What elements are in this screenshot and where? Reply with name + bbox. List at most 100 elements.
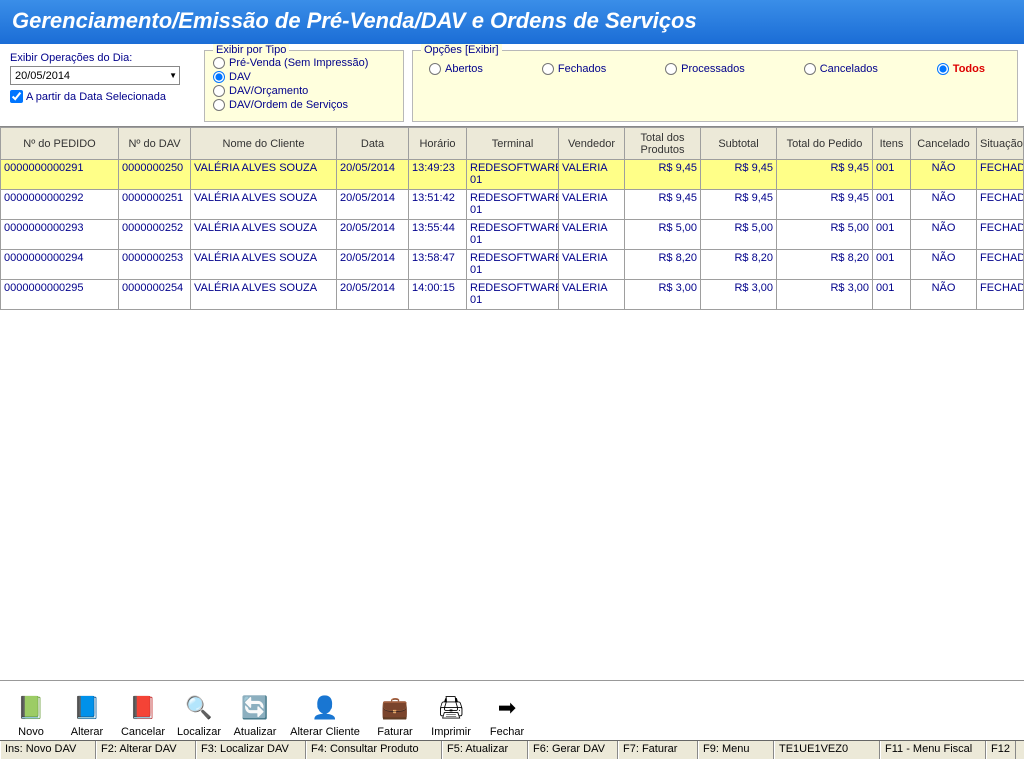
grid-empty-area	[0, 310, 1024, 680]
table-cell: NÃO	[911, 160, 977, 190]
fechar-button[interactable]: ➡Fechar	[482, 685, 532, 738]
column-header[interactable]: Subtotal	[701, 128, 777, 160]
tipo-option-label: Pré-Venda (Sem Impressão)	[229, 57, 368, 69]
column-header[interactable]: Cancelado	[911, 128, 977, 160]
radio-icon[interactable]	[804, 63, 816, 75]
button-label: Imprimir	[431, 726, 471, 738]
table-row[interactable]: 00000000002930000000252VALÉRIA ALVES SOU…	[1, 220, 1024, 250]
table-cell: 0000000250	[119, 160, 191, 190]
tipo-option[interactable]: DAV	[213, 71, 395, 83]
tipo-panel: Exibir por Tipo Pré-Venda (Sem Impressão…	[204, 50, 404, 122]
cancelar-button[interactable]: 📕Cancelar	[118, 685, 168, 738]
table-cell: VALERIA	[559, 220, 625, 250]
button-label: Cancelar	[121, 726, 165, 738]
status-cell: F3: Localizar DAV	[196, 741, 306, 759]
opcoes-option[interactable]: Processados	[665, 63, 745, 75]
button-label: Faturar	[377, 726, 412, 738]
dropdown-arrow-icon: ▼	[169, 71, 177, 80]
table-cell: R$ 8,20	[777, 250, 873, 280]
imprimir-button[interactable]: 🖨Imprimir	[426, 685, 476, 738]
column-header[interactable]: Horário	[409, 128, 467, 160]
opcoes-option-label: Abertos	[445, 63, 483, 75]
column-header[interactable]: Total dos Produtos	[625, 128, 701, 160]
button-label: Alterar Cliente	[290, 726, 360, 738]
radio-icon[interactable]	[213, 85, 225, 97]
tipo-option-label: DAV	[229, 71, 251, 83]
opcoes-option-label: Fechados	[558, 63, 606, 75]
table-row[interactable]: 00000000002920000000251VALÉRIA ALVES SOU…	[1, 190, 1024, 220]
table-cell: VALÉRIA ALVES SOUZA	[191, 220, 337, 250]
table-cell: NÃO	[911, 190, 977, 220]
alterar-cliente-icon: 👤	[308, 691, 342, 725]
opcoes-option[interactable]: Abertos	[429, 63, 483, 75]
opcoes-legend: Opções [Exibir]	[421, 44, 502, 56]
filters-area: Exibir Operações do Dia: 20/05/2014 ▼ A …	[0, 44, 1024, 126]
column-header[interactable]: Nº do PEDIDO	[1, 128, 119, 160]
table-row[interactable]: 00000000002910000000250VALÉRIA ALVES SOU…	[1, 160, 1024, 190]
localizar-icon: 🔍	[182, 691, 216, 725]
faturar-button[interactable]: 💼Faturar	[370, 685, 420, 738]
table-cell: NÃO	[911, 220, 977, 250]
alterar-cliente-button[interactable]: 👤Alterar Cliente	[286, 685, 364, 738]
column-header[interactable]: Nome do Cliente	[191, 128, 337, 160]
radio-icon[interactable]	[213, 57, 225, 69]
radio-icon[interactable]	[213, 99, 225, 111]
table-cell: 0000000253	[119, 250, 191, 280]
orders-table: Nº do PEDIDONº do DAVNome do ClienteData…	[0, 127, 1024, 310]
table-cell: REDESOFTWARE 01	[467, 250, 559, 280]
table-header-row: Nº do PEDIDONº do DAVNome do ClienteData…	[1, 128, 1024, 160]
date-input[interactable]: 20/05/2014 ▼	[10, 66, 180, 85]
date-label: Exibir Operações do Dia:	[10, 52, 192, 64]
table-cell: VALÉRIA ALVES SOUZA	[191, 250, 337, 280]
status-cell: F7: Faturar	[618, 741, 698, 759]
table-cell: 20/05/2014	[337, 250, 409, 280]
column-header[interactable]: Total do Pedido	[777, 128, 873, 160]
opcoes-option[interactable]: Fechados	[542, 63, 606, 75]
alterar-icon: 📘	[70, 691, 104, 725]
status-cell: TE1UE1VEZ0	[774, 741, 880, 759]
table-row[interactable]: 00000000002950000000254VALÉRIA ALVES SOU…	[1, 280, 1024, 310]
column-header[interactable]: Vendedor	[559, 128, 625, 160]
radio-icon[interactable]	[937, 63, 949, 75]
table-cell: REDESOFTWARE 01	[467, 220, 559, 250]
novo-button[interactable]: 📗Novo	[6, 685, 56, 738]
table-cell: 0000000000291	[1, 160, 119, 190]
tipo-option[interactable]: DAV/Ordem de Serviços	[213, 99, 395, 111]
alterar-button[interactable]: 📘Alterar	[62, 685, 112, 738]
from-date-checkbox[interactable]	[10, 90, 23, 103]
table-cell: 001	[873, 280, 911, 310]
radio-icon[interactable]	[542, 63, 554, 75]
tipo-option[interactable]: Pré-Venda (Sem Impressão)	[213, 57, 395, 69]
radio-icon[interactable]	[665, 63, 677, 75]
column-header[interactable]: Terminal	[467, 128, 559, 160]
column-header[interactable]: Nº do DAV	[119, 128, 191, 160]
status-cell: F2: Alterar DAV	[96, 741, 196, 759]
status-cell: F12	[986, 741, 1016, 759]
tipo-option[interactable]: DAV/Orçamento	[213, 85, 395, 97]
title-bar: Gerenciamento/Emissão de Pré-Venda/DAV e…	[0, 0, 1024, 44]
column-header[interactable]: Situação	[977, 128, 1024, 160]
opcoes-option[interactable]: Todos	[937, 63, 985, 75]
column-header[interactable]: Itens	[873, 128, 911, 160]
atualizar-button[interactable]: 🔄Atualizar	[230, 685, 280, 738]
table-cell: 20/05/2014	[337, 190, 409, 220]
localizar-button[interactable]: 🔍Localizar	[174, 685, 224, 738]
table-cell: 20/05/2014	[337, 160, 409, 190]
table-cell: 14:00:15	[409, 280, 467, 310]
table-cell: 001	[873, 220, 911, 250]
radio-icon[interactable]	[213, 71, 225, 83]
table-row[interactable]: 00000000002940000000253VALÉRIA ALVES SOU…	[1, 250, 1024, 280]
date-value: 20/05/2014	[15, 70, 70, 82]
table-cell: R$ 9,45	[777, 160, 873, 190]
table-cell: R$ 8,20	[701, 250, 777, 280]
table-cell: 0000000000295	[1, 280, 119, 310]
button-label: Atualizar	[234, 726, 277, 738]
opcoes-option[interactable]: Cancelados	[804, 63, 878, 75]
radio-icon[interactable]	[429, 63, 441, 75]
column-header[interactable]: Data	[337, 128, 409, 160]
table-cell: VALERIA	[559, 280, 625, 310]
table-cell: 001	[873, 250, 911, 280]
button-label: Alterar	[71, 726, 103, 738]
table-cell: 0000000000294	[1, 250, 119, 280]
status-cell: F11 - Menu Fiscal	[880, 741, 986, 759]
